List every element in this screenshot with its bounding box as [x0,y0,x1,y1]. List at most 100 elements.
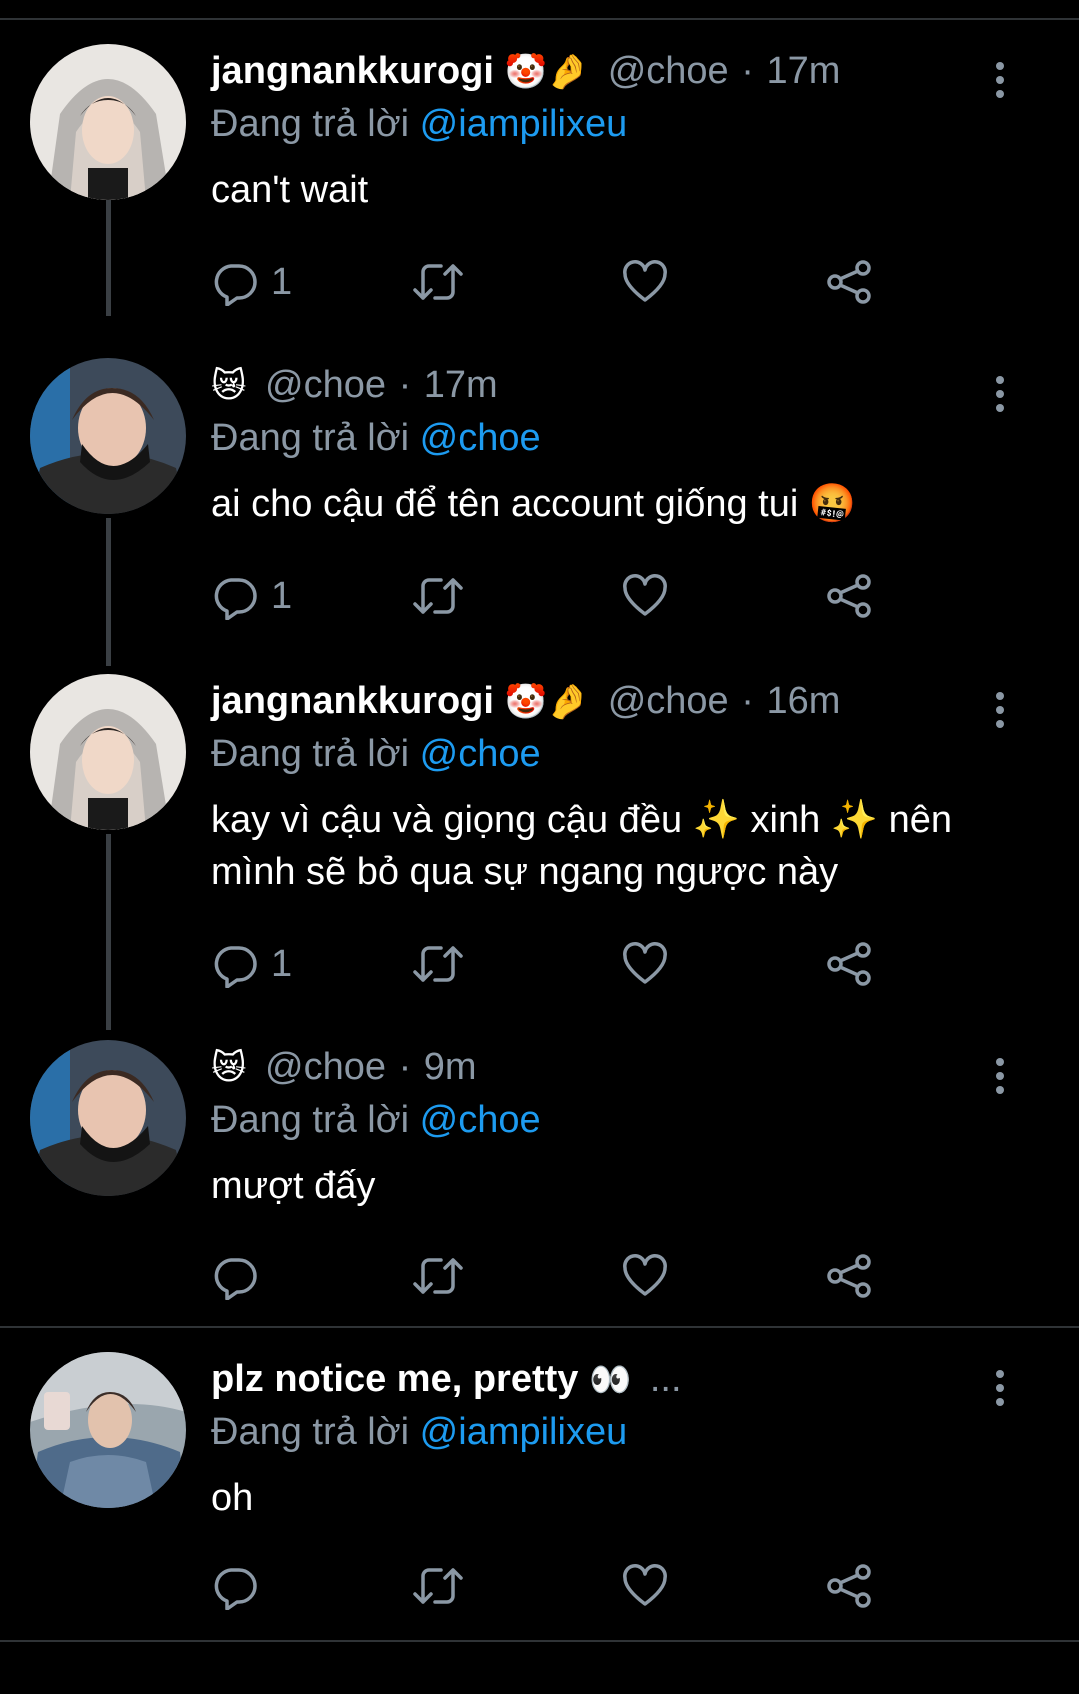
tweet[interactable]: jangnankkurogi 🤡🤌 @choe · 17m Đang trả l… [0,44,1079,334]
share-button[interactable] [825,252,873,312]
heart-icon [623,1254,667,1296]
like-button[interactable] [621,1246,669,1306]
display-name[interactable]: jangnankkurogi [211,50,494,92]
heart-icon [623,574,667,616]
thread-divider [0,1326,1079,1328]
replying-to-label: Đang trả lời [211,733,410,775]
reply-button[interactable]: 1 [211,566,292,626]
timestamp[interactable]: 17m [766,50,840,92]
like-button[interactable] [621,934,669,994]
tweet-actions: 1 [211,566,911,626]
tweet[interactable]: 😿 @choe · 17m Đang trả lời @choe ai cho … [0,358,1079,648]
share-icon [827,260,871,304]
separator: · [741,50,754,92]
replying-to: Đang trả lời @choe [211,412,991,464]
tweet-header: 😿 @choe · 9m [211,1040,991,1094]
display-name[interactable]: plz notice me, pretty [211,1358,578,1400]
retweet-button[interactable] [411,1556,465,1616]
retweet-icon [413,1258,463,1294]
name-emoji: 👀 [588,1360,632,1400]
bottom-divider [0,1640,1079,1642]
timestamp[interactable]: 16m [766,680,840,722]
name-emoji: 😿 [211,366,247,406]
replying-to: Đang trả lời @choe [211,728,991,780]
username[interactable]: @choe [265,364,386,406]
separator: · [398,364,412,406]
like-button[interactable] [621,566,669,626]
avatar[interactable] [30,674,186,830]
replying-to-label: Đang trả lời [211,103,410,145]
replying-to-label: Đang trả lời [211,1411,410,1453]
heart-icon [623,1564,667,1606]
mention-link[interactable]: @choe [420,417,541,459]
username[interactable]: @choe [608,680,729,722]
tweet-text: can't wait [211,169,369,211]
reply-icon [214,578,257,620]
avatar[interactable] [30,1040,186,1196]
share-icon [827,574,871,618]
separator: · [741,680,754,722]
more-icon[interactable] [986,692,1014,736]
username[interactable]: @choe [608,50,729,92]
more-icon[interactable] [986,62,1014,106]
reply-icon [214,1258,257,1300]
retweet-icon [413,578,463,614]
avatar[interactable] [30,358,186,514]
retweet-icon [413,1568,463,1604]
retweet-button[interactable] [411,566,465,626]
display-name[interactable]: jangnankkurogi [211,680,494,722]
reply-button[interactable] [211,1556,271,1616]
username[interactable]: @choe [265,1046,386,1088]
tweet[interactable]: plz notice me, pretty 👀 ... Đang trả lời… [0,1352,1079,1632]
name-emoji: 🤡🤌 [504,52,590,92]
tweet-text: kay vì cậu và giọng cậu đều ✨ xinh ✨ nên… [211,799,953,893]
more-icon[interactable] [986,1370,1014,1414]
avatar[interactable] [30,44,186,200]
reply-icon [214,946,257,988]
more-icon[interactable] [986,1058,1014,1102]
retweet-icon [413,264,463,300]
tweet-header: jangnankkurogi 🤡🤌 @choe · 16m [211,674,991,728]
share-icon [827,1564,871,1608]
retweet-button[interactable] [411,252,465,312]
tweet-header: plz notice me, pretty 👀 ... [211,1352,991,1406]
reply-button[interactable] [211,1246,271,1306]
mention-link[interactable]: @iampilixeu [420,103,628,145]
replying-to: Đang trả lời @iampilixeu [211,1406,991,1458]
share-button[interactable] [825,1556,873,1616]
tweet-text: oh [211,1477,254,1519]
heart-icon [623,942,667,984]
truncation-ellipsis: ... [649,1358,682,1400]
reply-button[interactable]: 1 [211,934,292,994]
avatar[interactable] [30,1352,186,1508]
more-icon[interactable] [986,376,1014,420]
name-emoji: 😿 [211,1048,247,1088]
retweet-icon [413,946,463,982]
mention-link[interactable]: @choe [420,1099,541,1141]
tweet-header: 😿 @choe · 17m [211,358,991,412]
tweet-actions: 1 [211,934,911,994]
reply-icon [214,264,257,306]
mention-link[interactable]: @choe [420,733,541,775]
mention-link[interactable]: @iampilixeu [420,1411,628,1453]
share-button[interactable] [825,566,873,626]
share-button[interactable] [825,934,873,994]
reply-count: 1 [271,574,293,617]
share-icon [827,1254,871,1298]
heart-icon [623,260,667,302]
reply-button[interactable]: 1 [211,252,292,312]
retweet-button[interactable] [411,934,465,994]
like-button[interactable] [621,1556,669,1616]
timestamp[interactable]: 9m [424,1046,477,1088]
reply-icon [214,1568,257,1610]
like-button[interactable] [621,252,669,312]
tweet-actions [211,1556,911,1616]
tweet[interactable]: jangnankkurogi 🤡🤌 @choe · 16m Đang trả l… [0,674,1079,1014]
top-divider [0,18,1079,20]
tweet[interactable]: 😿 @choe · 9m Đang trả lời @choe mượt đấy [0,1040,1079,1310]
tweet-text: ai cho cậu để tên account giống tui 🤬 [211,483,857,525]
share-button[interactable] [825,1246,873,1306]
replying-to: Đang trả lời @iampilixeu [211,98,991,150]
retweet-button[interactable] [411,1246,465,1306]
timestamp[interactable]: 17m [424,364,498,406]
